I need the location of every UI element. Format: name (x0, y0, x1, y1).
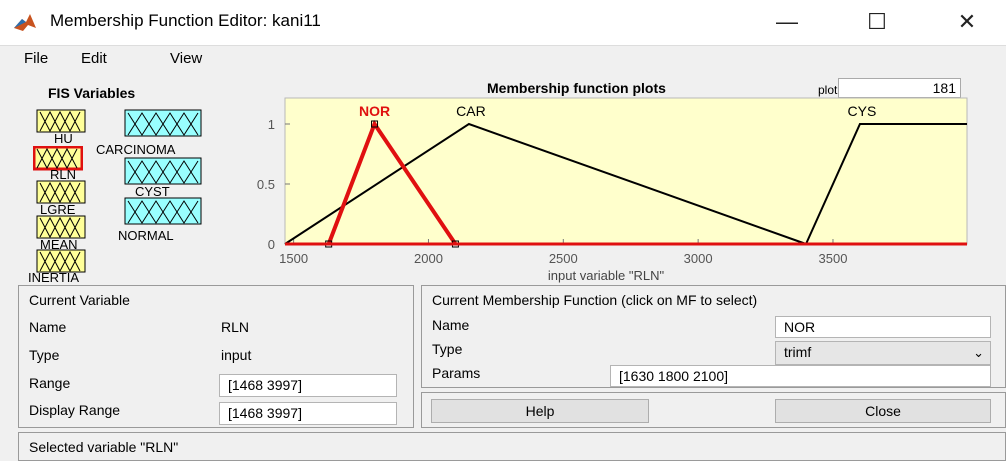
display-range-label: Display Range (29, 402, 121, 418)
current-variable-header: Current Variable (29, 292, 130, 308)
mf-name-input[interactable]: NOR (775, 316, 991, 338)
main-area: FIS Variables HU RLN LGRE MEAN INERTIA C… (0, 73, 1006, 285)
x-tick-label: 3000 (684, 251, 713, 266)
range-input[interactable]: [1468 3997] (219, 374, 397, 397)
variable-name-value: RLN (221, 319, 250, 335)
menu-bar: File Edit View (0, 46, 1006, 72)
variable-name-label: Name (29, 319, 67, 335)
status-bar: Selected variable "RLN" (18, 432, 1006, 461)
mf-type-label: Type (432, 341, 463, 357)
minimize-button[interactable]: — (772, 8, 802, 36)
status-text: Selected variable "RLN" (29, 439, 179, 455)
menu-file[interactable]: File (24, 50, 48, 67)
help-button[interactable]: Help (431, 399, 649, 423)
x-tick-label: 2500 (549, 251, 578, 266)
display-range-input[interactable]: [1468 3997] (219, 402, 397, 425)
mf-params-label: Params (432, 365, 481, 381)
x-tick-label: 3500 (819, 251, 848, 266)
mf-type-select[interactable]: trimf ⌄ (775, 341, 991, 365)
y-tick-label: 1 (268, 117, 275, 132)
mf-label-car: CAR (456, 103, 486, 119)
maximize-button[interactable]: ☐ (862, 8, 892, 36)
button-panel: Help Close (421, 392, 1006, 428)
plot-area (284, 97, 968, 245)
menu-view[interactable]: View (170, 50, 202, 67)
current-variable-panel: Current Variable Name RLN Type input Ran… (18, 285, 414, 428)
window-title: Membership Function Editor: kani11 (50, 11, 321, 30)
variable-type-value: input (221, 347, 252, 363)
x-axis-label: input variable "RLN" (548, 268, 665, 283)
matlab-icon (14, 14, 36, 31)
current-mf-header: Current Membership Function (click on MF… (432, 292, 758, 308)
mf-name-label: Name (432, 317, 470, 333)
membership-function-chart[interactable]: 0 0.5 1 1500 2000 2500 3000 3500 input variable … (0, 73, 1006, 283)
variable-type-label: Type (29, 347, 60, 363)
chevron-down-icon: ⌄ (973, 345, 984, 360)
close-window-button[interactable]: ✕ (952, 8, 982, 36)
mf-params-input[interactable]: [1630 1800 2100] (610, 365, 991, 387)
y-tick-label: 0.5 (257, 177, 275, 192)
close-button[interactable]: Close (775, 399, 991, 423)
current-mf-panel: Current Membership Function (click on MF… (421, 285, 1006, 388)
y-tick-label: 0 (268, 237, 275, 252)
x-tick-label: 1500 (279, 251, 308, 266)
mf-type-value: trimf (784, 344, 812, 360)
mf-label-cys: CYS (848, 103, 877, 119)
mf-label-nor: NOR (359, 103, 390, 119)
x-tick-label: 2000 (414, 251, 443, 266)
range-label: Range (29, 375, 71, 391)
menu-edit[interactable]: Edit (81, 50, 107, 67)
title-bar: Membership Function Editor: kani11 — ☐ ✕ (0, 0, 1006, 46)
